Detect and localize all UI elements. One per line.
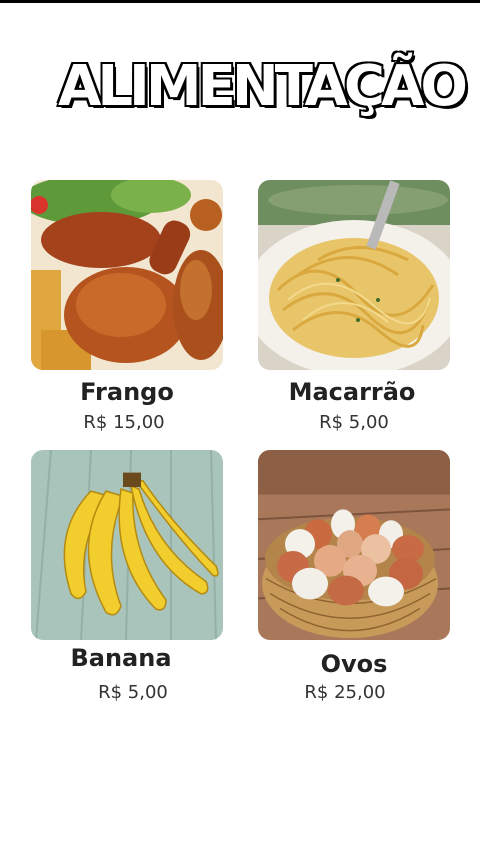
product-price: R$ 25,00 xyxy=(304,682,386,703)
product-name: Ovos xyxy=(320,650,388,678)
roast-chicken-photo xyxy=(31,180,223,370)
product-name: Macarrão xyxy=(288,378,416,406)
eggs-basket-photo xyxy=(258,450,450,640)
product-price: R$ 5,00 xyxy=(319,412,389,433)
spaghetti-photo xyxy=(258,180,450,370)
page-title: ALIMENTAÇÃO xyxy=(57,53,470,121)
bananas-photo xyxy=(31,450,223,640)
product-price: R$ 15,00 xyxy=(83,412,165,433)
product-name: Frango xyxy=(80,378,174,406)
product-price: R$ 5,00 xyxy=(98,682,168,703)
product-name: Banana xyxy=(70,644,172,672)
top-border xyxy=(0,0,480,3)
